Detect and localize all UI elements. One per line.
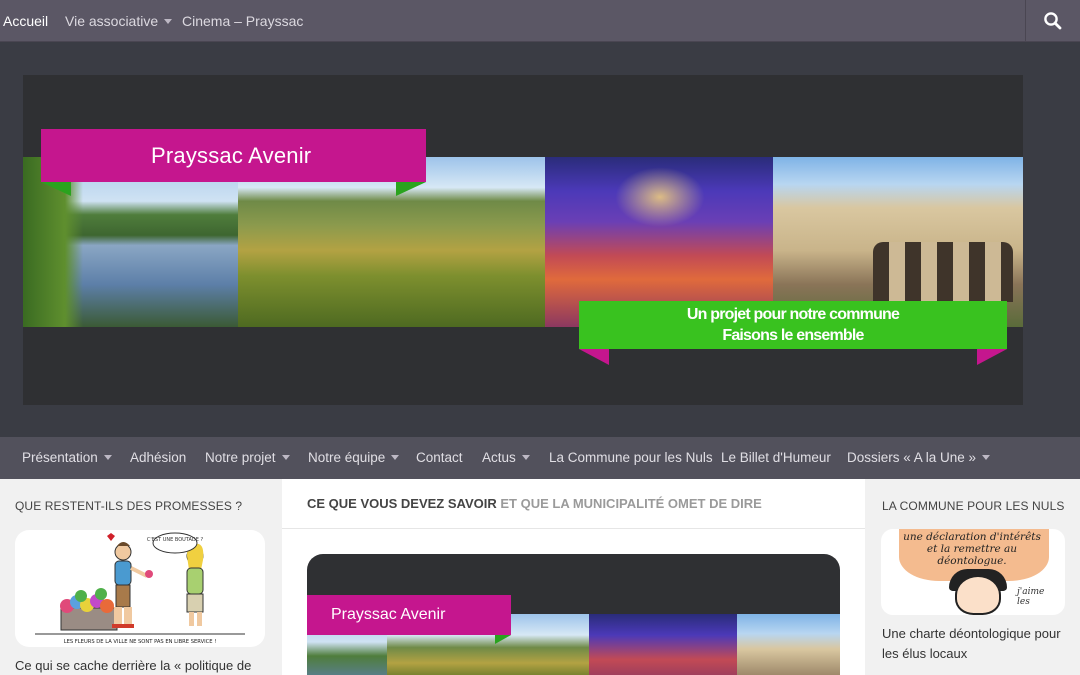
site-header: Prayssac Avenir Un projet pour notre com… xyxy=(0,42,1080,437)
cartoon-bubble-text: C'EST UNE BOUTADE ? xyxy=(147,537,204,543)
tagline-line-1: Un projet pour notre commune xyxy=(686,306,900,323)
cartoon-thumbnail[interactable]: C'EST UNE BOUTADE ? LES FLEURS DE LA VIL… xyxy=(15,530,265,647)
nav-item-label: Actus xyxy=(482,450,516,465)
chevron-down-icon xyxy=(164,19,173,24)
featured-section-heading: Ce que vous devez savoir et que la munic… xyxy=(307,496,762,511)
nav-item-adhesion[interactable]: Adhésion xyxy=(130,437,186,479)
nav-item-label: Présentation xyxy=(22,450,98,465)
nav-item-label: Contact xyxy=(416,450,463,465)
nav-item-actus[interactable]: Actus xyxy=(482,437,530,479)
cartoon-face xyxy=(955,575,1001,615)
cartoon-signature: j'aime les xyxy=(1017,587,1045,607)
heading-rest: et que la municipalité omet de dire xyxy=(500,496,762,511)
photo-night-dance xyxy=(589,614,737,675)
main-navigation-bar: Présentation Adhésion Notre projet Notre… xyxy=(0,437,1080,479)
photo-vineyard xyxy=(238,157,545,327)
nav-item-presentation[interactable]: Présentation xyxy=(22,437,112,479)
ribbon-fold xyxy=(495,635,511,644)
featured-banner-title: Prayssac Avenir xyxy=(331,606,446,623)
topnav-item-cinema[interactable]: Cinema – Prayssac xyxy=(182,0,303,42)
topnav-item-label: Cinema – Prayssac xyxy=(182,13,304,29)
sidebar-right: La Commune pour les Nuls une déclaration… xyxy=(865,479,1080,675)
tagline-line-2: Faisons le ensemble xyxy=(722,327,864,344)
widget-title: Que restent-ils des promesses ? xyxy=(15,499,243,513)
ribbon-fold xyxy=(41,182,71,196)
photo-town-hall xyxy=(737,614,840,675)
top-navigation-bar: Accueil Vie associative Cinema – Prayssa… xyxy=(0,0,1080,42)
post-title-link[interactable]: Une charte déontologique pour les élus l… xyxy=(882,624,1072,664)
content-area: Que restent-ils des promesses ? xyxy=(0,479,1080,675)
cartoon-caption: LES FLEURS DE LA VILLE NE SONT PAS EN LI… xyxy=(64,639,217,645)
heading-bold: Ce que vous devez savoir xyxy=(307,496,497,511)
topnav-item-accueil[interactable]: Accueil xyxy=(3,0,48,42)
cartoon-illustration: C'EST UNE BOUTADE ? LES FLEURS DE LA VIL… xyxy=(35,532,245,645)
topnav-item-label: Vie associative xyxy=(65,13,159,29)
nav-item-contact[interactable]: Contact xyxy=(416,437,463,479)
chevron-down-icon xyxy=(103,455,112,460)
search-button[interactable] xyxy=(1025,0,1080,42)
widget-title: La Commune pour les Nuls xyxy=(882,499,1065,513)
ribbon-fold xyxy=(977,349,1007,365)
nav-item-label: Dossiers « A la Une » xyxy=(847,450,977,465)
chevron-down-icon xyxy=(391,455,400,460)
site-title: Prayssac Avenir xyxy=(151,143,312,168)
nav-item-label: Adhésion xyxy=(130,450,187,465)
ribbon-fold xyxy=(579,349,609,365)
topnav-item-vie-associative[interactable]: Vie associative xyxy=(65,0,173,42)
nav-item-label: Notre équipe xyxy=(308,450,386,465)
featured-post-image[interactable]: Prayssac Avenir xyxy=(307,554,840,675)
site-title-ribbon: Prayssac Avenir xyxy=(41,129,426,182)
post-title-link[interactable]: Ce qui se cache derrière la « politique … xyxy=(15,656,275,675)
nav-item-dossiers-a-la-une[interactable]: Dossiers « A la Une » xyxy=(847,437,991,479)
divider xyxy=(282,528,865,529)
tagline-ribbon: Un projet pour notre commune Faisons le … xyxy=(579,301,1007,349)
nav-item-label: La Commune pour les Nuls xyxy=(549,450,713,465)
chevron-down-icon xyxy=(521,455,530,460)
nav-item-billet-humeur[interactable]: Le Billet d'Humeur xyxy=(721,437,831,479)
chevron-down-icon xyxy=(982,455,991,460)
nav-item-commune-pour-les-nuls[interactable]: La Commune pour les Nuls xyxy=(549,437,713,479)
featured-title-ribbon: Prayssac Avenir xyxy=(307,595,511,635)
ribbon-fold xyxy=(396,182,426,196)
cartoon-thumbnail[interactable]: une déclaration d'intérêts et la remettr… xyxy=(881,529,1065,615)
nav-item-notre-equipe[interactable]: Notre équipe xyxy=(308,437,400,479)
chevron-down-icon xyxy=(281,455,290,460)
nav-item-label: Notre projet xyxy=(205,450,276,465)
header-banner[interactable]: Prayssac Avenir Un projet pour notre com… xyxy=(23,75,1023,405)
cartoon-bubble-text: une déclaration d'intérêts et la remettr… xyxy=(903,531,1041,567)
nav-item-label: Le Billet d'Humeur xyxy=(721,450,831,465)
topnav-item-label: Accueil xyxy=(3,13,49,29)
nav-item-notre-projet[interactable]: Notre projet xyxy=(205,437,290,479)
sidebar-left: Que restent-ils des promesses ? xyxy=(0,479,282,675)
search-icon xyxy=(1044,12,1062,30)
main-column: Ce que vous devez savoir et que la munic… xyxy=(282,479,865,675)
